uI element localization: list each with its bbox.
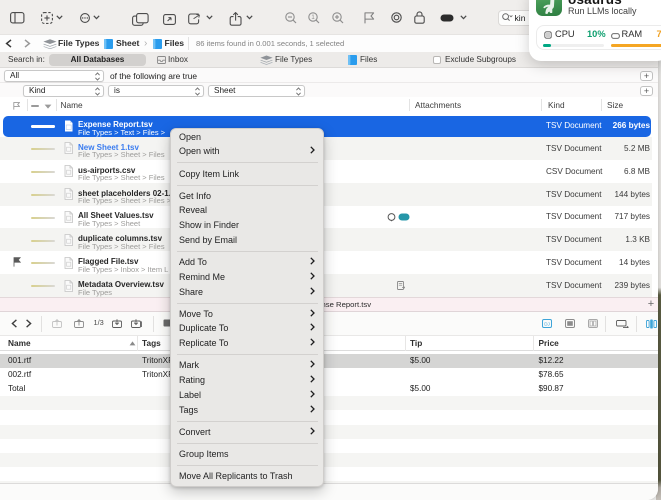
svg-text:DJ: DJ [544,322,550,327]
